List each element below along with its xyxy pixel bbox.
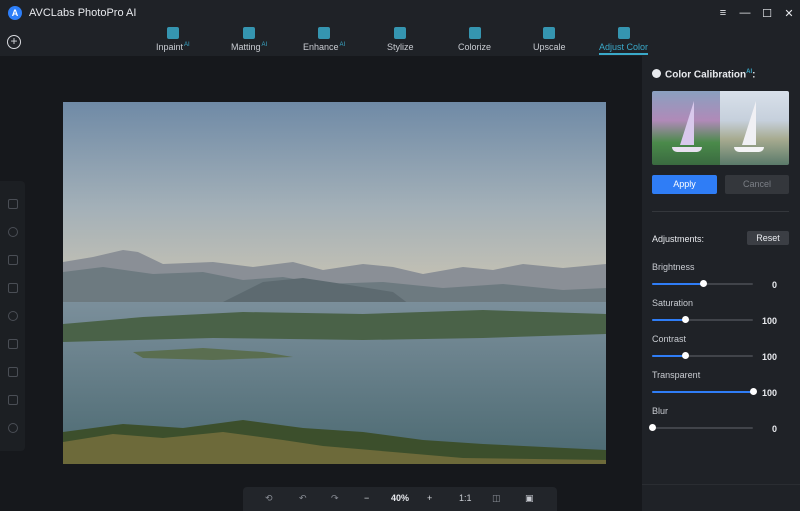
slider-knob[interactable]	[649, 424, 656, 431]
boat-hull	[734, 147, 764, 152]
feature-toolbar: + InpaintAI MattingAI EnhanceAI Stylize …	[0, 26, 800, 56]
slider-knob[interactable]	[682, 316, 690, 323]
preview-after	[720, 91, 789, 165]
slider-fill	[652, 283, 703, 285]
ai-badge: AI	[261, 42, 268, 48]
panel-footer-divider	[642, 484, 800, 485]
sail-shape	[680, 101, 694, 145]
grid-tool-icon[interactable]	[8, 395, 18, 405]
minimize-icon[interactable]: —	[734, 0, 756, 26]
history-icon[interactable]	[8, 423, 18, 433]
compare-icon[interactable]: ◫	[492, 493, 501, 504]
brightness-label: Brightness	[652, 262, 695, 272]
tab-label: Inpaint	[156, 42, 184, 52]
tab-label: Upscale	[533, 42, 566, 52]
adjustments-label: Adjustments:	[652, 234, 705, 244]
tab-stylize[interactable]: Stylize	[387, 26, 414, 56]
transparent-label: Transparent	[652, 370, 701, 380]
app-logo-icon: A	[8, 6, 22, 20]
slider-fill	[652, 391, 753, 393]
enhance-icon	[318, 27, 331, 39]
brightness-slider[interactable]	[652, 280, 753, 287]
matting-icon	[243, 27, 256, 39]
tab-upscale[interactable]: Upscale	[533, 26, 566, 56]
upscale-icon	[543, 27, 556, 39]
zoom-out-button[interactable]: −	[364, 493, 369, 503]
left-toolbar	[0, 181, 25, 451]
cancel-button[interactable]: Cancel	[725, 175, 789, 194]
adjust-color-icon	[617, 27, 630, 39]
contrast-slider[interactable]	[652, 352, 753, 359]
menu-icon[interactable]: ≡	[712, 0, 734, 26]
brush-tool-icon[interactable]	[8, 227, 18, 237]
slider-knob[interactable]	[682, 352, 690, 359]
tab-inpaint[interactable]: InpaintAI	[156, 26, 190, 56]
slider-fill	[652, 319, 686, 321]
apply-button[interactable]: Apply	[652, 175, 717, 194]
brightness-value: 0	[771, 280, 777, 290]
tab-label: Colorize	[458, 42, 492, 52]
stylize-icon	[394, 27, 407, 39]
slider-fill	[652, 355, 686, 357]
maximize-icon[interactable]: ☐	[756, 0, 778, 26]
saturation-label: Saturation	[652, 298, 694, 308]
transparent-slider[interactable]	[652, 388, 757, 395]
colorize-icon	[468, 27, 481, 39]
rotate-icon[interactable]: ⟲	[265, 493, 273, 504]
saturation-value: 100	[761, 316, 777, 326]
reset-button[interactable]: Reset	[747, 231, 789, 245]
tab-label: Stylize	[387, 42, 414, 52]
boat-hull	[672, 147, 702, 152]
title-bar: A AVCLabs PhotoPro AI ≡ — ☐ ✕	[0, 0, 800, 26]
divider	[652, 211, 789, 212]
ellipse-tool-icon[interactable]	[8, 311, 18, 321]
main-photo	[63, 102, 606, 464]
logo-letter: A	[11, 8, 19, 18]
ai-badge: AI	[339, 42, 346, 48]
panel-title: Color CalibrationAI:	[652, 69, 755, 80]
zoom-bar: ⟲ ↶ ↷ − 40% + 1:1 ◫ ▣	[243, 487, 557, 511]
saturation-slider[interactable]	[652, 316, 753, 323]
tab-enhance[interactable]: EnhanceAI	[303, 26, 345, 56]
inpaint-icon	[166, 27, 179, 39]
blur-slider[interactable]	[649, 424, 753, 431]
portrait-tool-icon[interactable]	[8, 339, 18, 349]
transparent-value: 100	[761, 388, 777, 398]
blur-value: 0	[771, 424, 777, 434]
tab-matting[interactable]: MattingAI	[231, 26, 267, 56]
tab-adjust-color[interactable]: Adjust Color	[599, 26, 649, 56]
close-icon[interactable]: ✕	[778, 0, 800, 26]
panel-title-text: Color Calibration	[665, 69, 747, 81]
zoom-level: 40%	[391, 493, 410, 503]
undo-icon[interactable]: ↶	[299, 493, 307, 504]
tab-colorize[interactable]: Colorize	[458, 26, 491, 56]
add-image-button[interactable]: +	[7, 35, 21, 49]
window-controls: ≡ — ☐ ✕	[712, 0, 800, 26]
blur-label: Blur	[652, 406, 669, 416]
preview-before	[652, 91, 720, 165]
actual-size-button[interactable]: 1:1	[459, 493, 472, 503]
title-colon: :	[752, 69, 756, 81]
save-icon[interactable]: ▣	[525, 493, 534, 504]
contrast-label: Contrast	[652, 334, 687, 344]
slider-knob[interactable]	[699, 280, 707, 287]
landscape-image	[63, 102, 606, 464]
adjust-color-panel: Color CalibrationAI: Apply Cancel Adjust…	[642, 56, 800, 511]
lasso-tool-icon[interactable]	[8, 255, 18, 265]
tab-label: Adjust Color	[599, 42, 649, 52]
app-title: AVCLabs PhotoPro AI	[29, 7, 137, 19]
redo-icon[interactable]: ↷	[331, 493, 339, 504]
sail-shape	[742, 101, 756, 145]
rectangle-tool-icon[interactable]	[8, 283, 18, 293]
calibration-preview[interactable]	[652, 91, 789, 165]
palette-icon	[652, 69, 661, 79]
tab-label: Matting	[231, 42, 261, 52]
layer-tool-icon[interactable]	[8, 367, 18, 377]
ai-badge: AI	[184, 42, 190, 48]
slider-knob[interactable]	[750, 388, 757, 395]
image-tool-icon[interactable]	[8, 199, 18, 209]
tab-label: Enhance	[303, 42, 339, 52]
contrast-value: 100	[761, 352, 777, 362]
zoom-in-button[interactable]: +	[427, 493, 432, 503]
